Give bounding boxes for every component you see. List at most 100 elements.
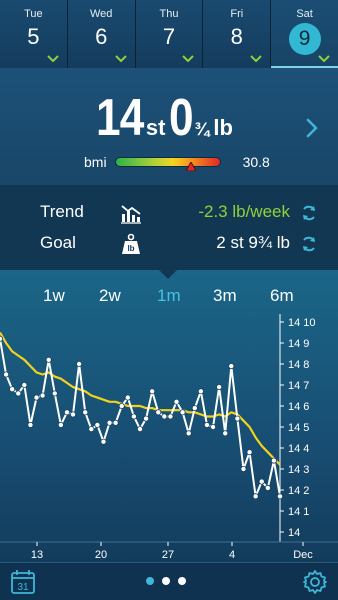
weight-point (15, 390, 22, 397)
weight-pound-unit: lb (213, 115, 233, 140)
weight-stone-unit: st (145, 115, 166, 140)
chevron-down-icon (114, 55, 127, 62)
y-tick-label: 14 3 (288, 464, 309, 476)
weight-point (76, 361, 83, 368)
calendar-icon[interactable]: 31 (10, 569, 36, 595)
goal-label: Goal (40, 233, 76, 252)
y-tick-label: 14 6 (288, 401, 309, 413)
chevron-down-icon (47, 55, 59, 62)
bmi-value: 30.8 (242, 154, 270, 170)
weight-point (270, 457, 277, 464)
y-tick-label: 14 4 (288, 443, 309, 455)
weight-point (252, 493, 259, 500)
chevron-right-icon[interactable] (306, 118, 318, 138)
weight-point (88, 426, 95, 433)
weight-point (155, 409, 162, 416)
trend-value: -2.3 lb/week (198, 202, 290, 221)
day-name: Sat (296, 8, 313, 20)
y-tick-label: 14 1 (288, 506, 309, 518)
weight-point (149, 388, 156, 395)
trend-row[interactable]: Trend -2.3 lb/week (0, 202, 338, 226)
weight-point (228, 363, 235, 370)
bmi-row: bmi 30.8 (84, 152, 270, 172)
weight-point (57, 421, 64, 428)
y-tick-label: 14 (288, 527, 300, 539)
day-tab-wed[interactable]: Wed 6 (67, 0, 136, 68)
weight-chart[interactable]: 14 10 14 9 14 8 14 7 14 6 14 5 14 4 14 3 14 2 14 … (0, 270, 338, 562)
y-tick-label: 14 7 (288, 380, 309, 392)
svg-text:lb: lb (127, 244, 134, 253)
day-tab-thu[interactable]: Thu 7 (135, 0, 204, 68)
weight-point (191, 405, 198, 412)
stats-panel: Trend -2.3 lb/week Goal lb 2 st 9¾ lb (0, 185, 338, 270)
weight-pounds: 0 (169, 89, 194, 147)
x-tick-label: 13 (31, 549, 43, 561)
weight-point (240, 465, 247, 472)
weight-point (258, 478, 265, 485)
y-tick-label: 14 9 (288, 338, 309, 350)
day-tab-fri[interactable]: Fri 8 (203, 0, 272, 68)
day-number: 7 (162, 24, 176, 49)
svg-text:31: 31 (17, 582, 29, 593)
x-tick-label: 4 (229, 549, 235, 561)
x-tick-label: Dec (293, 549, 313, 561)
day-tab-sat[interactable]: Sat 9 (271, 0, 338, 68)
page-dots (146, 577, 186, 585)
weight-point (63, 409, 70, 416)
goal-row[interactable]: Goal lb 2 st 9¾ lb (0, 233, 338, 257)
weight-point (124, 394, 131, 401)
weight-lb-icon: lb (122, 233, 140, 254)
refresh-icon[interactable] (300, 204, 318, 222)
weight-point (112, 419, 119, 426)
day-number: 8 (230, 24, 243, 49)
bottom-bar: 31 (0, 562, 338, 600)
day-name: Fri (230, 8, 244, 20)
gear-icon[interactable] (302, 569, 328, 595)
y-tick-label: 14 8 (288, 359, 309, 371)
weight-point (106, 419, 113, 426)
day-name: Wed (89, 8, 113, 20)
weight-point (118, 402, 125, 409)
goal-value: 2 st 9¾ lb (216, 233, 290, 252)
trend-line (0, 331, 281, 466)
x-tick-label: 27 (162, 549, 174, 561)
weight-point (94, 421, 101, 428)
weight-point (185, 430, 192, 437)
weight-point (234, 415, 241, 422)
x-tick-label: 20 (95, 549, 107, 561)
chevron-down-icon (182, 55, 195, 62)
page-dot[interactable] (162, 577, 170, 585)
y-tick-label: 14 10 (288, 317, 316, 329)
weight-point (222, 430, 229, 437)
weight-stones: 14 (96, 89, 144, 147)
weight-point (210, 423, 217, 430)
weight-point (27, 421, 34, 428)
page-dot[interactable] (146, 577, 154, 585)
page-dot[interactable] (178, 577, 186, 585)
bmi-bar (114, 157, 221, 171)
weight-point (82, 409, 89, 416)
weight-point (130, 413, 137, 420)
weight-point (33, 394, 40, 401)
trend-chart-icon (121, 205, 141, 224)
weight-point (143, 415, 150, 422)
day-tab-tue[interactable]: Tue 5 (0, 0, 68, 68)
weight-point (3, 371, 10, 378)
chevron-down-icon (318, 55, 330, 62)
weight-point (179, 409, 186, 416)
weight-point (45, 356, 52, 363)
refresh-icon[interactable] (300, 235, 318, 253)
day-name: Thu (159, 8, 179, 20)
weight-point (70, 411, 77, 418)
weight-point (21, 382, 28, 389)
y-tick-label: 14 5 (288, 422, 309, 434)
trend-label: Trend (40, 202, 84, 221)
day-number: 5 (27, 24, 40, 49)
chevron-down-icon (250, 55, 262, 62)
day-name: Tue (24, 8, 43, 20)
weight-point (136, 426, 143, 433)
chart-area: 1w 2w 1m 3m 6m 14 10 14 9 14 8 14 7 14 6 14 5 14 4… (0, 269, 338, 562)
weight-panel: 14 st 0 ¾ lb bmi 30.8 (0, 68, 338, 185)
weight-point (246, 449, 253, 456)
day-strip: Tue 5 Wed 6 Thu 7 Fri 8 Sat 9 (0, 0, 338, 68)
